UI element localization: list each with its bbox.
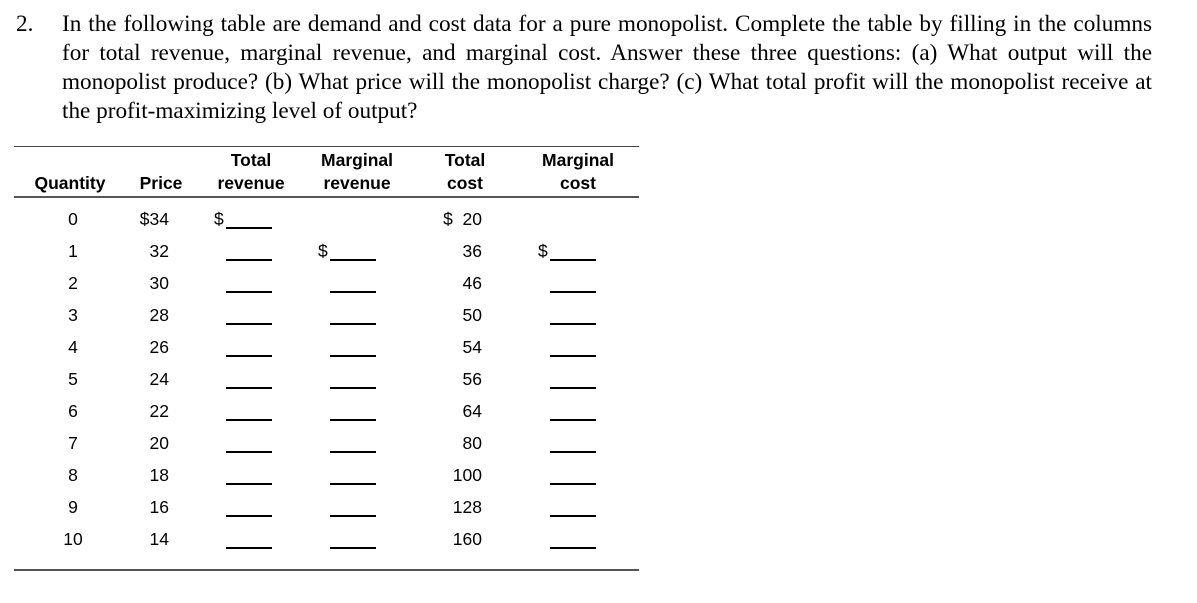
price-cell: 28: [149, 305, 169, 325]
quantity-cell: 6: [68, 401, 78, 421]
marginal-cost-blank[interactable]: [550, 547, 596, 549]
quantity-cell: 9: [68, 497, 78, 517]
table-row: 7 20 80: [14, 433, 639, 457]
price-cell: 20: [149, 433, 169, 453]
table-row: 8 18 100: [14, 465, 639, 489]
price-cell: 18: [149, 465, 169, 485]
table-row: 3 28 50: [14, 305, 639, 329]
total-revenue-blank[interactable]: [226, 387, 272, 389]
total-cost-cell: $ 20: [443, 209, 482, 229]
price-cell: 14: [149, 529, 169, 549]
marginal-cost-dollar-sign: $: [538, 241, 548, 261]
price-cell: $34: [139, 209, 169, 229]
table-bottom-rule: [14, 569, 639, 571]
total-cost-cell: 80: [462, 433, 482, 453]
total-revenue-blank[interactable]: [226, 419, 272, 421]
marginal-cost-blank[interactable]: [550, 419, 596, 421]
total-cost-cell: 36: [462, 241, 482, 261]
table-top-rule: [14, 146, 639, 147]
quantity-cell: 8: [68, 465, 78, 485]
total-revenue-blank[interactable]: [226, 483, 272, 485]
question-text: In the following table are demand and co…: [62, 11, 1152, 124]
total-cost-cell: 128: [452, 497, 482, 517]
marginal-cost-blank[interactable]: [550, 323, 596, 325]
total-cost-cell: 64: [462, 401, 482, 421]
header-quantity: Quantity: [34, 173, 106, 193]
quantity-cell: 3: [68, 305, 78, 325]
total-cost-cell: 160: [452, 529, 482, 549]
header-price: Price: [139, 173, 183, 193]
marginal-revenue-blank[interactable]: [330, 483, 376, 485]
marginal-cost-blank[interactable]: [550, 483, 596, 485]
marginal-revenue-blank[interactable]: [330, 259, 376, 261]
marginal-revenue-blank[interactable]: [330, 323, 376, 325]
table-header-rule: [14, 196, 639, 198]
quantity-cell: 4: [68, 337, 78, 357]
marginal-cost-blank[interactable]: [550, 259, 596, 261]
marginal-revenue-dollar-sign: $: [318, 241, 328, 261]
total-revenue-dollar-sign: $: [214, 209, 224, 229]
total-cost-cell: 56: [462, 369, 482, 389]
marginal-revenue-blank[interactable]: [330, 515, 376, 517]
marginal-revenue-blank[interactable]: [330, 387, 376, 389]
table-row: 9 16 128: [14, 497, 639, 521]
table-row: 2 30 46: [14, 273, 639, 297]
total-revenue-blank[interactable]: [226, 291, 272, 293]
price-cell: 22: [149, 401, 169, 421]
header-marginal-revenue: Marginal revenue: [321, 150, 393, 193]
quantity-cell: 5: [68, 369, 78, 389]
total-revenue-blank[interactable]: [226, 355, 272, 357]
marginal-revenue-blank[interactable]: [330, 419, 376, 421]
quantity-cell: 7: [68, 433, 78, 453]
marginal-cost-blank[interactable]: [550, 387, 596, 389]
marginal-cost-blank[interactable]: [550, 355, 596, 357]
quantity-cell: 1: [68, 241, 78, 261]
total-cost-cell: 50: [462, 305, 482, 325]
price-cell: 16: [149, 497, 169, 517]
total-revenue-blank[interactable]: [226, 515, 272, 517]
price-cell: 26: [149, 337, 169, 357]
total-revenue-blank[interactable]: [226, 323, 272, 325]
header-total-revenue: Total revenue: [217, 150, 285, 193]
total-revenue-blank[interactable]: [226, 259, 272, 261]
total-revenue-blank[interactable]: [226, 451, 272, 453]
marginal-cost-blank[interactable]: [550, 515, 596, 517]
table-row: 4 26 54: [14, 337, 639, 361]
marginal-cost-blank[interactable]: [550, 451, 596, 453]
total-revenue-blank[interactable]: [226, 227, 272, 229]
question-number: 2.: [16, 11, 34, 37]
price-cell: 32: [149, 241, 169, 261]
total-cost-cell: 46: [462, 273, 482, 293]
quantity-cell: 10: [63, 529, 83, 549]
header-total-cost: Total cost: [444, 150, 486, 193]
price-cell: 24: [149, 369, 169, 389]
table-row: 5 24 56: [14, 369, 639, 393]
total-cost-cell: 100: [452, 465, 482, 485]
header-marginal-cost: Marginal cost: [542, 150, 614, 193]
table-row: 10 14 160: [14, 529, 639, 553]
table-row: 1 32 $36 $: [14, 241, 639, 265]
quantity-cell: 2: [68, 273, 78, 293]
marginal-revenue-blank[interactable]: [330, 355, 376, 357]
marginal-revenue-blank[interactable]: [330, 451, 376, 453]
marginal-revenue-blank[interactable]: [330, 291, 376, 293]
quantity-cell: 0: [68, 209, 78, 229]
marginal-cost-blank[interactable]: [550, 291, 596, 293]
table-row: 6 22 64: [14, 401, 639, 425]
price-cell: 30: [149, 273, 169, 293]
total-cost-cell: 54: [462, 337, 482, 357]
total-revenue-blank[interactable]: [226, 547, 272, 549]
marginal-revenue-blank[interactable]: [330, 547, 376, 549]
table-row: 0 $34 $ $ 20: [14, 209, 639, 233]
